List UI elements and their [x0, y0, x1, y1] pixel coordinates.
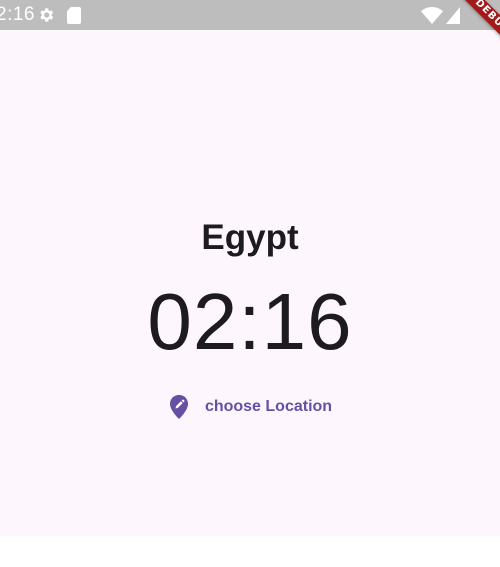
app-screen: 2:16 DEBUG Egypt 02:16 choose Location [0, 0, 500, 536]
status-bar: 2:16 [0, 0, 500, 30]
gear-icon [40, 8, 54, 22]
current-time: 02:16 [147, 277, 353, 366]
debug-banner: DEBUG [440, 0, 500, 60]
status-time: 2:16 [0, 4, 35, 25]
debug-banner-label: DEBUG [451, 0, 500, 58]
choose-location-button[interactable]: choose Location [154, 388, 346, 426]
country-name: Egypt [201, 218, 299, 257]
sd-card-icon [67, 7, 81, 24]
choose-location-label: choose Location [204, 398, 333, 415]
edit-location-icon [168, 394, 190, 420]
